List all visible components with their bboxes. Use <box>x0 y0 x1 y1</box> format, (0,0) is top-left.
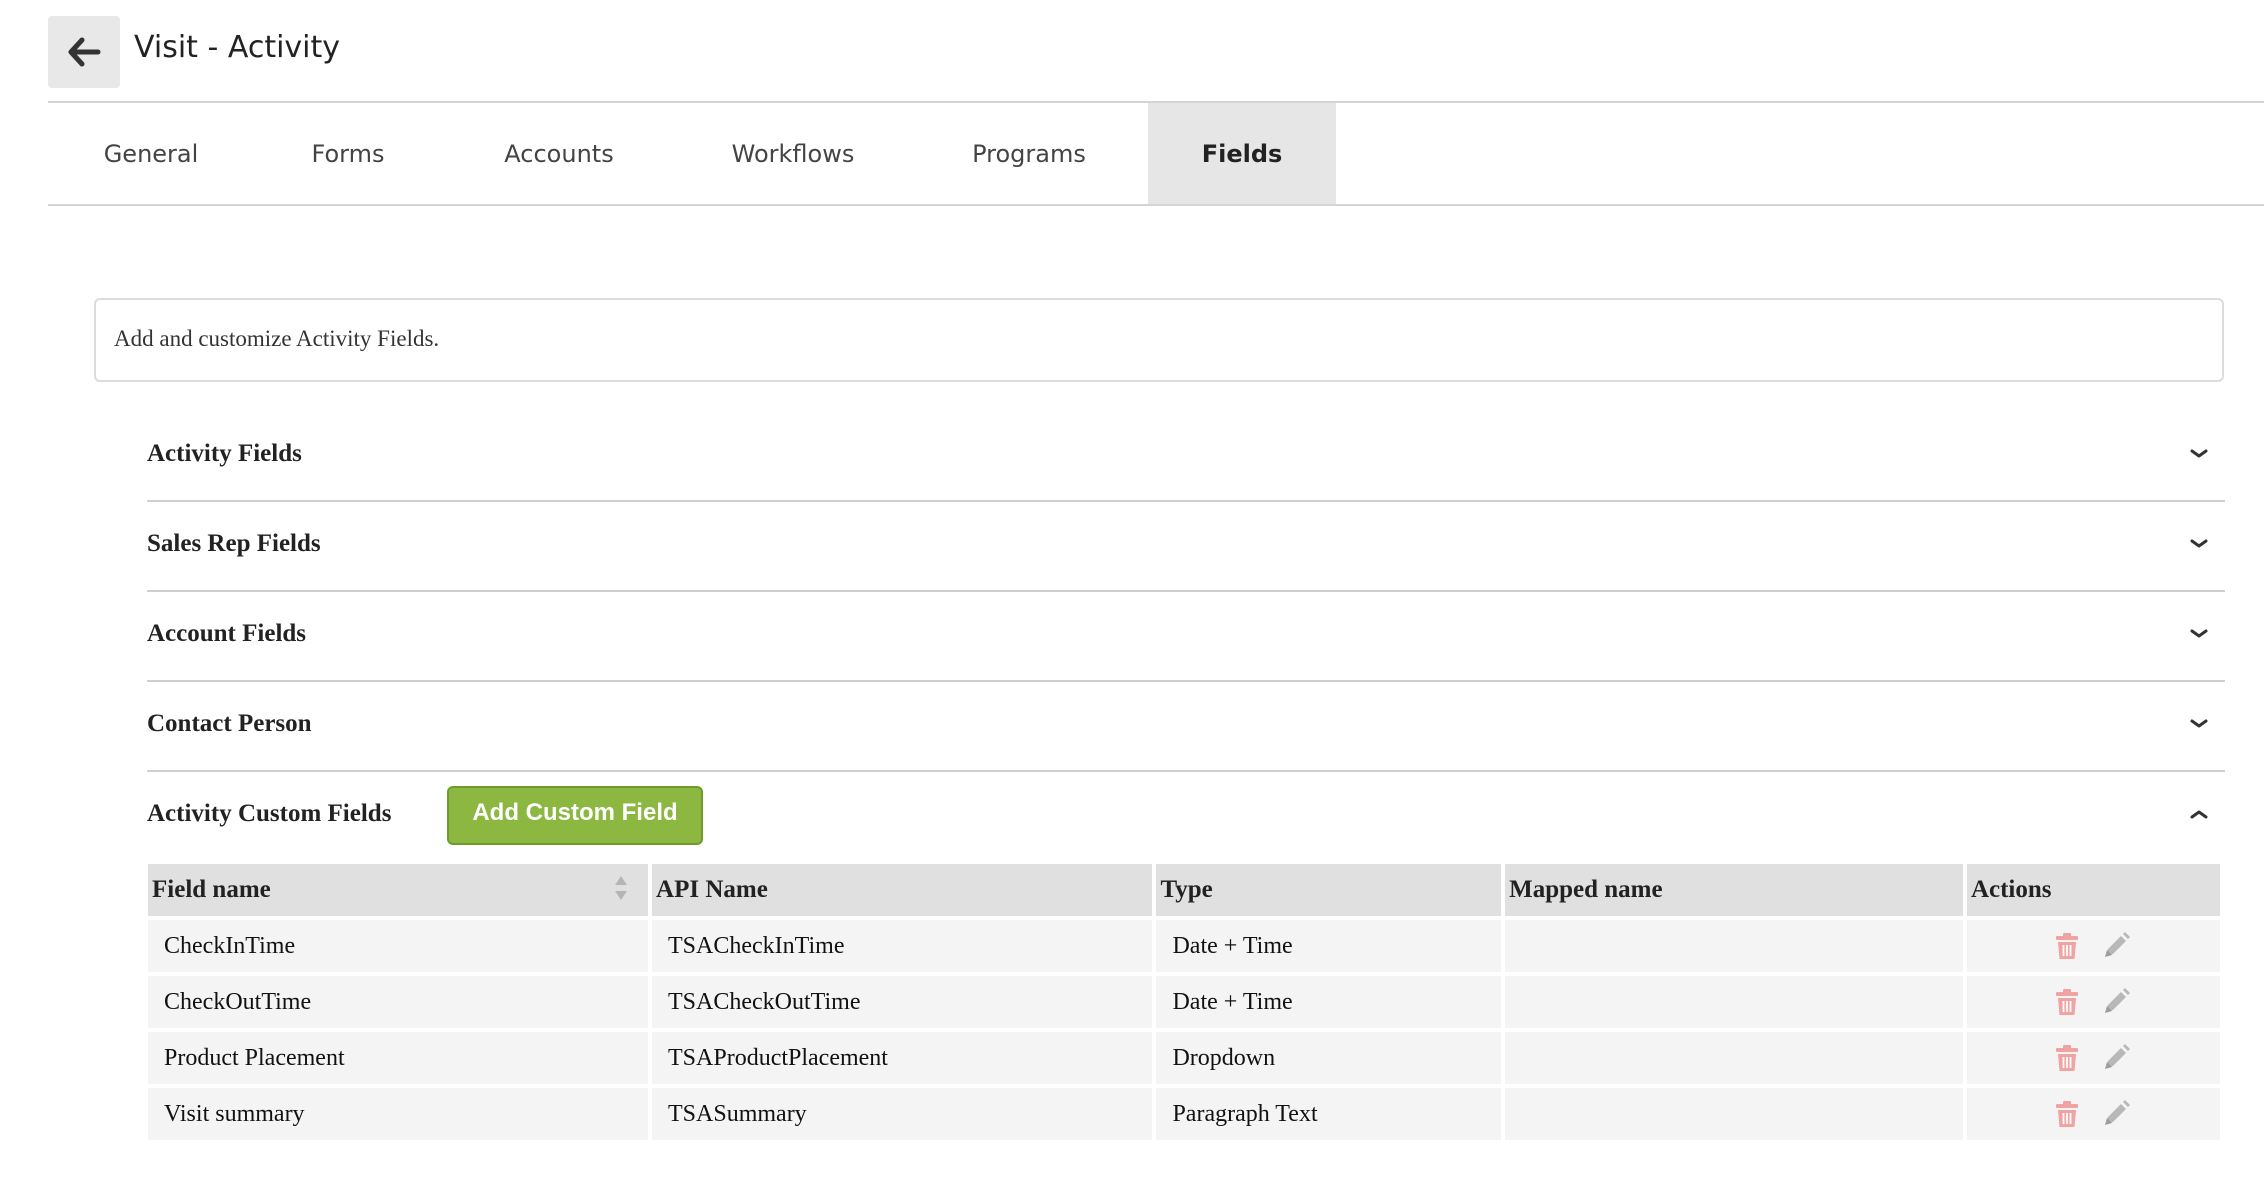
field-name-cell: Visit summary <box>148 1088 649 1140</box>
section-title: Account Fields <box>147 620 307 647</box>
pencil-icon[interactable] <box>2101 1099 2131 1129</box>
api-name-cell: TSASummary <box>652 1088 1153 1140</box>
type-cell: Paragraph Text <box>1156 1088 1502 1140</box>
field-name-cell: CheckInTime <box>148 920 649 972</box>
field-name-cell: Product Placement <box>148 1032 649 1084</box>
chevron-down-icon[interactable] <box>2187 532 2211 556</box>
page-header: Visit - Activity <box>48 16 2264 103</box>
mapped-name-cell <box>1505 1088 1963 1140</box>
pencil-icon[interactable] <box>2101 931 2131 961</box>
table-row: Product Placement TSAProductPlacement Dr… <box>148 1032 2220 1084</box>
tab-forms[interactable]: Forms <box>254 103 442 204</box>
tab-programs[interactable]: Programs <box>910 103 1148 204</box>
chevron-up-icon[interactable] <box>2187 802 2211 826</box>
custom-fields-table: Field name API Name Type Mapped name Act… <box>144 860 2224 1144</box>
type-cell: Dropdown <box>1156 1032 1502 1084</box>
trash-icon[interactable] <box>2055 1044 2079 1072</box>
table-row: Visit summary TSASummary Paragraph Text <box>148 1088 2220 1140</box>
arrow-left-icon <box>68 37 101 67</box>
api-name-cell: TSACheckInTime <box>652 920 1153 972</box>
tab-general[interactable]: General <box>48 103 254 204</box>
pencil-icon[interactable] <box>2101 1043 2131 1073</box>
tab-fields[interactable]: Fields <box>1148 103 1336 204</box>
column-header-type: Type <box>1156 864 1502 916</box>
tab-bar: General Forms Accounts Workflows Program… <box>48 103 2264 206</box>
section-contact-person[interactable]: Contact Person <box>147 682 2225 772</box>
description-box: Add and customize Activity Fields. <box>94 298 2224 382</box>
add-custom-field-button[interactable]: Add Custom Field <box>447 786 703 845</box>
column-header-label: Field name <box>152 876 271 903</box>
chevron-down-icon[interactable] <box>2187 442 2211 466</box>
mapped-name-cell <box>1505 1032 1963 1084</box>
table-row: CheckOutTime TSACheckOutTime Date + Time <box>148 976 2220 1028</box>
column-header-field-name[interactable]: Field name <box>148 864 649 916</box>
section-title: Activity Custom Fields <box>147 800 392 827</box>
column-header-mapped-name: Mapped name <box>1505 864 1963 916</box>
column-header-actions: Actions <box>1966 864 2220 916</box>
mapped-name-cell <box>1505 976 1963 1028</box>
trash-icon[interactable] <box>2055 988 2079 1016</box>
section-title: Activity Fields <box>147 440 302 467</box>
actions-cell <box>1966 920 2220 972</box>
trash-icon[interactable] <box>2055 932 2079 960</box>
trash-icon[interactable] <box>2055 1100 2079 1128</box>
table-row: CheckInTime TSACheckInTime Date + Time <box>148 920 2220 972</box>
sort-icon[interactable] <box>614 874 628 902</box>
description-text: Add and customize Activity Fields. <box>114 326 440 351</box>
section-account-fields[interactable]: Account Fields <box>147 592 2225 682</box>
api-name-cell: TSACheckOutTime <box>652 976 1153 1028</box>
actions-cell <box>1966 1032 2220 1084</box>
api-name-cell: TSAProductPlacement <box>652 1032 1153 1084</box>
actions-cell <box>1966 976 2220 1028</box>
actions-cell <box>1966 1088 2220 1140</box>
column-header-api-name: API Name <box>652 864 1153 916</box>
mapped-name-cell <box>1505 920 1963 972</box>
back-button[interactable] <box>48 16 120 88</box>
type-cell: Date + Time <box>1156 976 1502 1028</box>
tab-accounts[interactable]: Accounts <box>442 103 676 204</box>
pencil-icon[interactable] <box>2101 987 2131 1017</box>
section-sales-rep-fields[interactable]: Sales Rep Fields <box>147 502 2225 592</box>
chevron-down-icon[interactable] <box>2187 622 2211 646</box>
table-header-row: Field name API Name Type Mapped name Act… <box>148 864 2220 916</box>
section-activity-fields[interactable]: Activity Fields <box>147 412 2225 502</box>
field-name-cell: CheckOutTime <box>148 976 649 1028</box>
section-title: Sales Rep Fields <box>147 530 321 557</box>
chevron-down-icon[interactable] <box>2187 712 2211 736</box>
page-title: Visit - Activity <box>134 30 341 65</box>
section-activity-custom-fields[interactable]: Activity Custom Fields Add Custom Field <box>147 772 2225 860</box>
tab-workflows[interactable]: Workflows <box>676 103 910 204</box>
section-title: Contact Person <box>147 710 312 737</box>
type-cell: Date + Time <box>1156 920 1502 972</box>
